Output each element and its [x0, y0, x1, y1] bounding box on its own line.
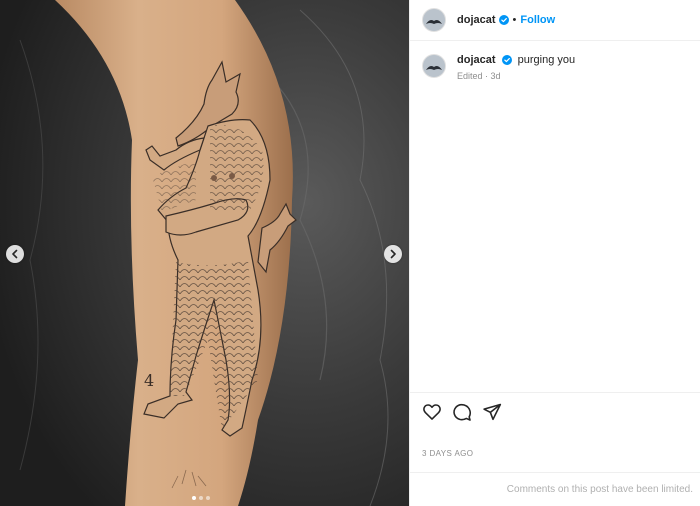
caption: dojacat purging you Edited · 3d	[410, 41, 700, 81]
caption-meta: Edited · 3d	[457, 71, 501, 81]
next-slide-button[interactable]	[384, 245, 402, 263]
caption-line: dojacat purging you	[457, 53, 575, 67]
comment-icon[interactable]	[452, 402, 472, 422]
post-side-panel: dojacat • Follow dojacat purging you Edi…	[409, 0, 700, 506]
slide-indicator	[192, 496, 210, 500]
avatar-image	[423, 55, 445, 77]
caption-body: dojacat purging you Edited · 3d	[457, 53, 575, 81]
caption-avatar[interactable]	[422, 54, 446, 78]
separator-dot: •	[512, 14, 517, 26]
heart-icon[interactable]	[422, 402, 442, 422]
post-header: dojacat • Follow	[410, 0, 700, 41]
share-icon[interactable]	[482, 402, 502, 422]
slide-dot	[206, 496, 210, 500]
avatar[interactable]	[422, 8, 446, 32]
action-bar	[410, 392, 700, 430]
chevron-left-icon	[12, 249, 18, 259]
caption-username-link[interactable]: dojacat	[457, 54, 496, 66]
post-timestamp: 3 DAYS AGO	[422, 449, 474, 458]
previous-slide-button[interactable]	[6, 245, 24, 263]
avatar-image	[423, 9, 445, 31]
slide-dot	[192, 496, 196, 500]
verified-badge-icon	[501, 55, 512, 66]
comments-limited-notice: Comments on this post have been limited.	[506, 484, 693, 495]
username-link[interactable]: dojacat	[457, 14, 496, 26]
verified-badge-icon	[498, 15, 509, 25]
post-media[interactable]: 4	[0, 0, 409, 506]
chevron-right-icon	[390, 249, 396, 259]
slide-dot	[199, 496, 203, 500]
comments-footer: Comments on this post have been limited.	[410, 472, 700, 506]
caption-text: purging you	[517, 54, 576, 66]
tattoo-photo: 4	[0, 0, 409, 506]
follow-button[interactable]: Follow	[520, 14, 555, 26]
tattoo-number: 4	[144, 371, 154, 390]
